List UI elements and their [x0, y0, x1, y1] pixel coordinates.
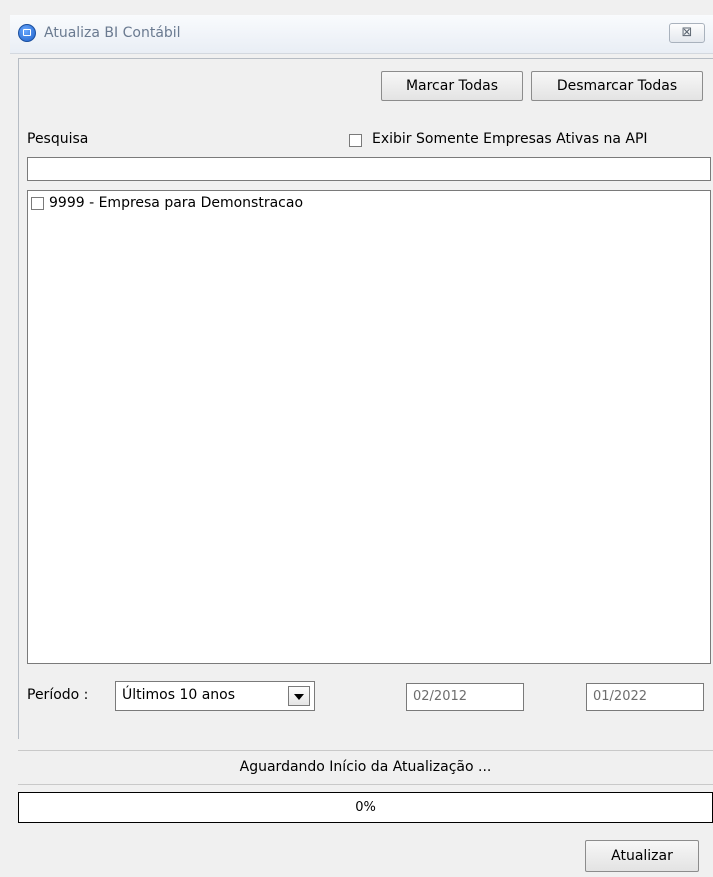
search-label: Pesquisa — [27, 131, 89, 147]
progress-label: 0% — [355, 800, 376, 815]
period-selected-value: Últimos 10 anos — [122, 687, 236, 703]
chevron-down-icon[interactable] — [288, 686, 310, 706]
active-only-checkbox[interactable] — [349, 134, 362, 147]
unmark-all-button[interactable]: Desmarcar Todas — [531, 71, 703, 101]
client-area: Marcar Todas Desmarcar Todas Pesquisa Ex… — [18, 58, 713, 739]
progress-bar: 0% — [18, 792, 713, 823]
app-window-icon — [18, 24, 36, 42]
period-label: Período : — [27, 687, 89, 703]
close-icon: ⊠ — [681, 25, 693, 40]
app-window: Atualiza BI Contábil ⊠ Marcar Todas Desm… — [0, 0, 713, 877]
start-date-field[interactable]: 02/2012 — [406, 683, 524, 711]
company-checkbox[interactable] — [31, 197, 44, 210]
search-input[interactable] — [27, 157, 711, 181]
update-button[interactable]: Atualizar — [585, 840, 699, 872]
active-only-label[interactable]: Exibir Somente Empresas Ativas na API — [372, 131, 648, 147]
period-select[interactable]: Últimos 10 anos — [115, 681, 315, 711]
mark-all-button[interactable]: Marcar Todas — [381, 71, 523, 101]
company-list[interactable]: 9999 - Empresa para Demonstracao — [27, 190, 711, 664]
window-title: Atualiza BI Contábil — [44, 25, 181, 41]
close-button[interactable]: ⊠ — [669, 23, 705, 43]
status-text: Aguardando Início da Atualização ... — [239, 759, 492, 775]
title-bar[interactable]: Atualiza BI Contábil ⊠ — [10, 15, 713, 54]
company-label: 9999 - Empresa para Demonstracao — [49, 195, 304, 211]
status-bar: Aguardando Início da Atualização ... — [18, 750, 713, 785]
end-date-field[interactable]: 01/2022 — [586, 683, 704, 711]
